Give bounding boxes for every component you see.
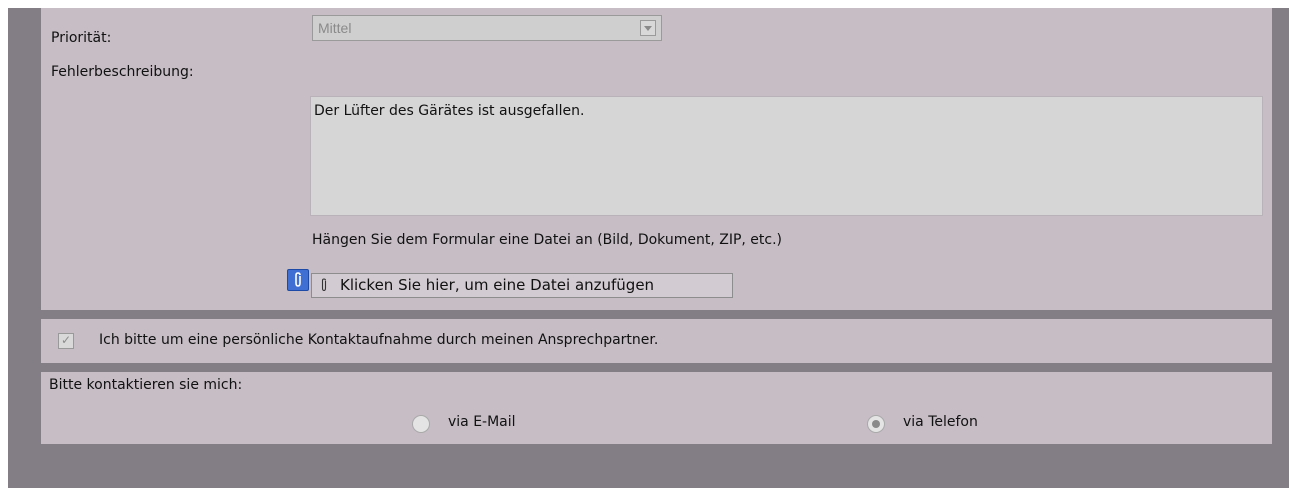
email-radio[interactable] [412, 415, 430, 433]
priority-select[interactable]: Mittel [312, 15, 662, 41]
description-textarea[interactable]: Der Lüfter des Gärätes ist ausgefallen. [310, 96, 1263, 216]
priority-label: Priorität: [51, 30, 112, 46]
checkmark-icon: ✓ [61, 333, 72, 347]
paperclip-icon [321, 278, 327, 292]
paperclip-icon[interactable] [287, 269, 309, 291]
contact-request-checkbox[interactable]: ✓ [58, 333, 74, 349]
phone-radio[interactable] [867, 415, 885, 433]
attach-hint: Hängen Sie dem Formular eine Datei an (B… [312, 232, 783, 248]
chevron-down-icon[interactable] [640, 20, 656, 36]
radio-selected-dot [872, 420, 880, 428]
email-radio-label[interactable]: via E-Mail [448, 414, 516, 430]
priority-value: Mittel [318, 20, 352, 36]
attach-file-button[interactable]: Klicken Sie hier, um eine Datei anzufüge… [311, 273, 733, 298]
contact-request-label: Ich bitte um eine persönliche Kontaktauf… [99, 332, 659, 348]
attach-file-label: Klicken Sie hier, um eine Datei anzufüge… [340, 276, 655, 294]
contact-method-label: Bitte kontaktieren sie mich: [49, 377, 243, 393]
description-text: Der Lüfter des Gärätes ist ausgefallen. [314, 103, 585, 119]
description-label: Fehlerbeschreibung: [51, 64, 194, 80]
phone-radio-label[interactable]: via Telefon [903, 414, 978, 430]
